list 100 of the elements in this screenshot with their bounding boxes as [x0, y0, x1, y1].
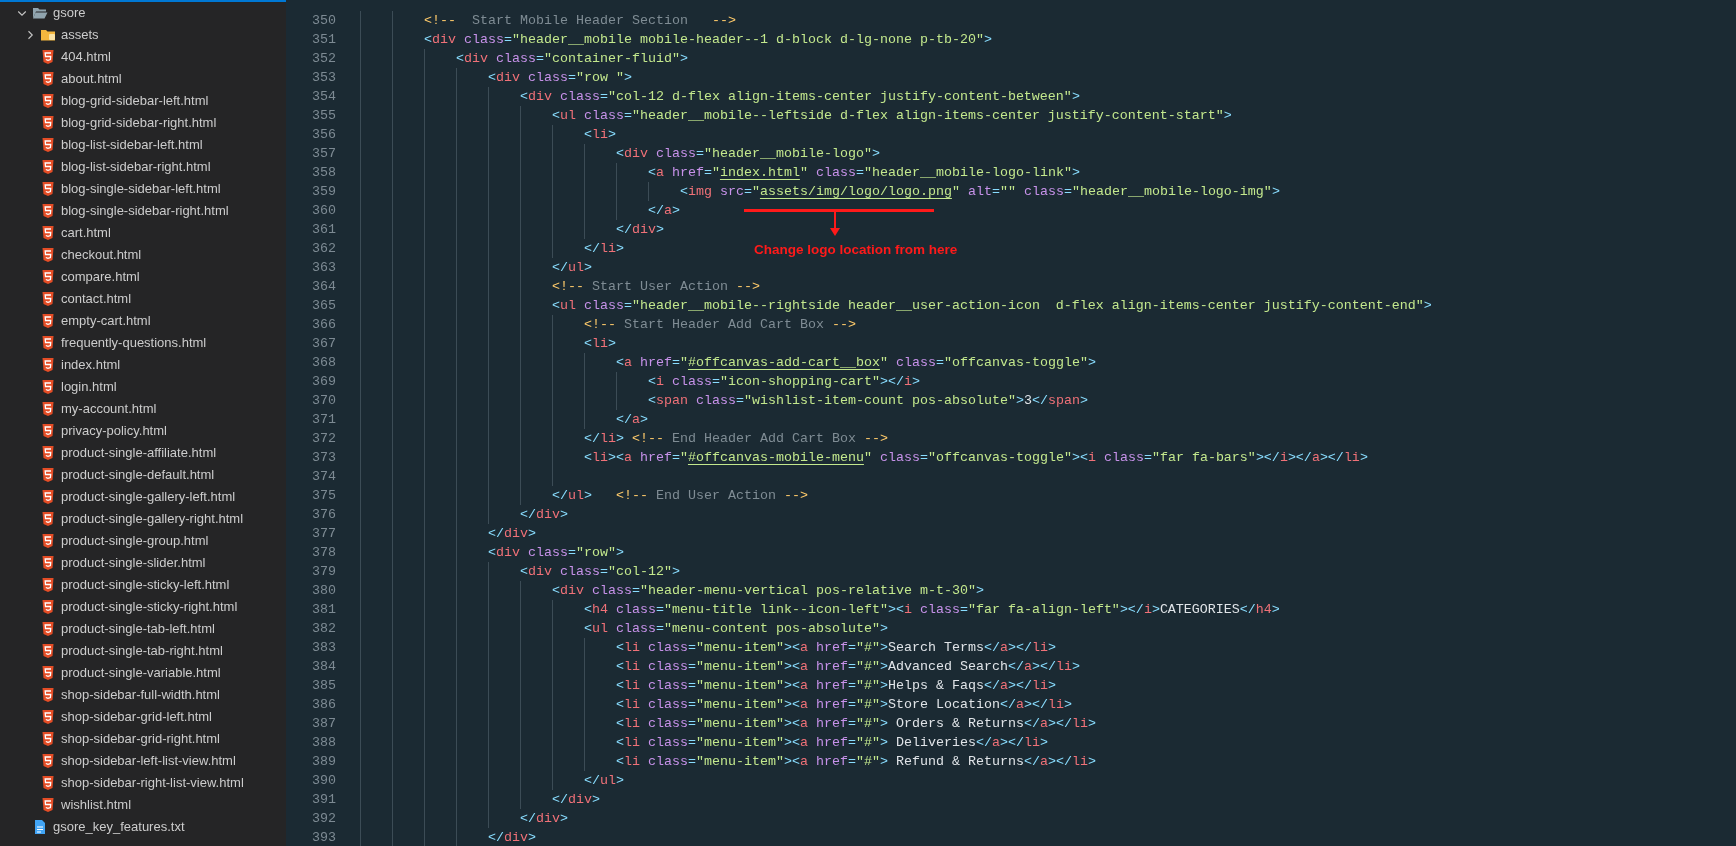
line-number: 372: [311, 430, 336, 448]
file-item[interactable]: empty-cart.html: [0, 310, 286, 332]
file-item[interactable]: gsore_key_features.txt: [0, 816, 286, 838]
html-file-icon: [40, 93, 56, 109]
html-file-icon: [40, 775, 56, 791]
line-number: 375: [311, 487, 336, 505]
file-item[interactable]: frequently-questions.html: [0, 332, 286, 354]
code-line: <div class="header__mobile mobile-header--1 d-block d-lg-none p-tb-20">: [360, 30, 992, 49]
file-item[interactable]: shop-sidebar-left-list-view.html: [0, 750, 286, 772]
file-item[interactable]: product-single-tab-right.html: [0, 640, 286, 662]
line-number: 381: [311, 601, 336, 619]
file-item[interactable]: shop-sidebar-grid-right.html: [0, 728, 286, 750]
code-line: <div class="row ">: [360, 68, 632, 87]
line-number: 380: [311, 582, 336, 600]
html-file-icon: [40, 335, 56, 351]
line-number: 357: [311, 145, 336, 163]
code-line: <li class="menu-item"><a href="#">Helps & Faqs</a></li>: [360, 676, 1056, 695]
html-file-icon: [40, 709, 56, 725]
line-number: 356: [311, 126, 336, 144]
file-item[interactable]: contact.html: [0, 288, 286, 310]
line-number: 385: [311, 677, 336, 695]
file-item[interactable]: product-single-sticky-right.html: [0, 596, 286, 618]
file-item[interactable]: about.html: [0, 68, 286, 90]
line-number: 389: [311, 753, 336, 771]
html-file-icon: [40, 731, 56, 747]
line-number: 393: [311, 829, 336, 846]
code-line: <div class="container-fluid">: [360, 49, 688, 68]
code-line: <div class="header__mobile-logo">: [360, 144, 880, 163]
file-item[interactable]: cart.html: [0, 222, 286, 244]
line-number: 361: [311, 221, 336, 239]
file-item[interactable]: blog-list-sidebar-right.html: [0, 156, 286, 178]
folder-item[interactable]: assets: [0, 24, 286, 46]
html-file-icon: [40, 445, 56, 461]
line-number: 365: [311, 297, 336, 315]
line-number: 368: [311, 354, 336, 372]
code-line: <li class="menu-item"><a href="#">Store Location</a></li>: [360, 695, 1072, 714]
html-file-icon: [40, 621, 56, 637]
html-file-icon: [40, 115, 56, 131]
line-number: 360: [311, 202, 336, 220]
html-file-icon: [40, 489, 56, 505]
line-number: 355: [311, 107, 336, 125]
file-item[interactable]: shop-sidebar-right-list-view.html: [0, 772, 286, 794]
html-file-icon: [40, 137, 56, 153]
line-number: 359: [311, 183, 336, 201]
code-line: <li class="menu-item"><a href="#"> Deliveries</a></li>: [360, 733, 1048, 752]
file-item[interactable]: my-account.html: [0, 398, 286, 420]
file-item[interactable]: checkout.html: [0, 244, 286, 266]
html-file-icon: [40, 313, 56, 329]
file-item[interactable]: compare.html: [0, 266, 286, 288]
file-item[interactable]: blog-grid-sidebar-left.html: [0, 90, 286, 112]
folder-item[interactable]: gsore: [0, 2, 286, 24]
file-item[interactable]: product-single-gallery-left.html: [0, 486, 286, 508]
folder-icon: [32, 5, 48, 21]
file-item[interactable]: wishlist.html: [0, 794, 286, 816]
file-item[interactable]: privacy-policy.html: [0, 420, 286, 442]
code-line: <img src="assets/img/logo/logo.png" alt="" class="header__mobile-logo-img">: [360, 182, 1280, 201]
line-number: 378: [311, 544, 336, 562]
file-item[interactable]: blog-single-sidebar-left.html: [0, 178, 286, 200]
code-line: <ul class="header__mobile--leftside d-flex align-items-center justify-content-start">: [360, 106, 1232, 125]
file-item[interactable]: product-single-affiliate.html: [0, 442, 286, 464]
file-item[interactable]: product-single-tab-left.html: [0, 618, 286, 640]
line-number: 350: [311, 12, 336, 30]
annotation-text: Change logo location from here: [754, 241, 958, 259]
line-number: 387: [311, 715, 336, 733]
file-item[interactable]: product-single-group.html: [0, 530, 286, 552]
code-line: <span class="wishlist-item-count pos-absolute">3</span>: [360, 391, 1088, 410]
file-item[interactable]: index.html: [0, 354, 286, 376]
html-file-icon: [40, 533, 56, 549]
file-item[interactable]: product-single-sticky-left.html: [0, 574, 286, 596]
line-number: 388: [311, 734, 336, 752]
file-item[interactable]: shop-sidebar-full-width.html: [0, 684, 286, 706]
code-line: <ul class="menu-content pos-absolute">: [360, 619, 888, 638]
file-item[interactable]: blog-grid-sidebar-right.html: [0, 112, 286, 134]
html-file-icon: [40, 511, 56, 527]
code-line: </li>: [360, 239, 624, 258]
file-item[interactable]: product-single-slider.html: [0, 552, 286, 574]
code-line: </div>: [360, 505, 568, 524]
code-line: <li class="menu-item"><a href="#">Advanced Search</a></li>: [360, 657, 1080, 676]
file-item[interactable]: blog-single-sidebar-right.html: [0, 200, 286, 222]
file-item[interactable]: blog-list-sidebar-left.html: [0, 134, 286, 156]
code-line: <ul class="header__mobile--rightside header__user-action-icon d-flex align-items-center justify-content-end">: [360, 296, 1432, 315]
code-line: <li class="menu-item"><a href="#">Search Terms</a></li>: [360, 638, 1056, 657]
file-item[interactable]: login.html: [0, 376, 286, 398]
code-line: <div class="col-12 d-flex align-items-center justify-content-between">: [360, 87, 1080, 106]
code-line: <i class="icon-shopping-cart"></i>: [360, 372, 920, 391]
line-number: 363: [311, 259, 336, 277]
html-file-icon: [40, 687, 56, 703]
file-item[interactable]: product-single-default.html: [0, 464, 286, 486]
code-line: </ul>: [360, 258, 592, 277]
line-number: 382: [311, 620, 336, 638]
line-number: 374: [311, 468, 336, 486]
file-item[interactable]: product-single-variable.html: [0, 662, 286, 684]
code-line: </div>: [360, 809, 568, 828]
code-line: <li>: [360, 125, 616, 144]
file-item[interactable]: shop-sidebar-grid-left.html: [0, 706, 286, 728]
code-line: </ul> <!-- End User Action -->: [360, 486, 808, 505]
file-item[interactable]: product-single-gallery-right.html: [0, 508, 286, 530]
html-file-icon: [40, 753, 56, 769]
code-line: <h4 class="menu-title link--icon-left"><i class="far fa-align-left"></i>CATEGORIES</h4>: [360, 600, 1280, 619]
file-item[interactable]: 404.html: [0, 46, 286, 68]
